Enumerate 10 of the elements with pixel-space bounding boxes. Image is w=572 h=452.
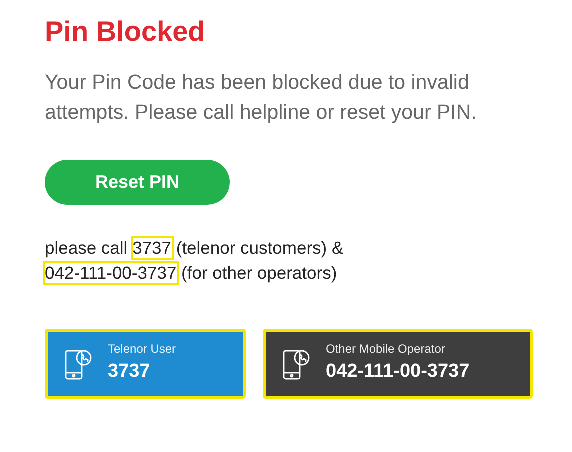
blocked-message: Your Pin Code has been blocked due to invalid attempts. Please call helpline or reset your PIN.	[45, 70, 477, 126]
card-label: Telenor User	[108, 341, 176, 357]
call-card[interactable]: Other Mobile Operator 042-111-00-3737	[263, 329, 533, 399]
reset-pin-button[interactable]: Reset PIN	[45, 160, 230, 205]
card-number: 3737	[108, 360, 152, 384]
call-card[interactable]: Telenor User 3737	[45, 329, 246, 399]
page-title: Pin Blocked	[45, 15, 206, 49]
card-label: Other Mobile Operator	[326, 341, 446, 357]
card-number: 042-111-00-3737	[326, 360, 470, 384]
helpline-note: please call 3737 (telenor customers) & 042-111-00-3737 (for other operators)	[45, 237, 345, 285]
